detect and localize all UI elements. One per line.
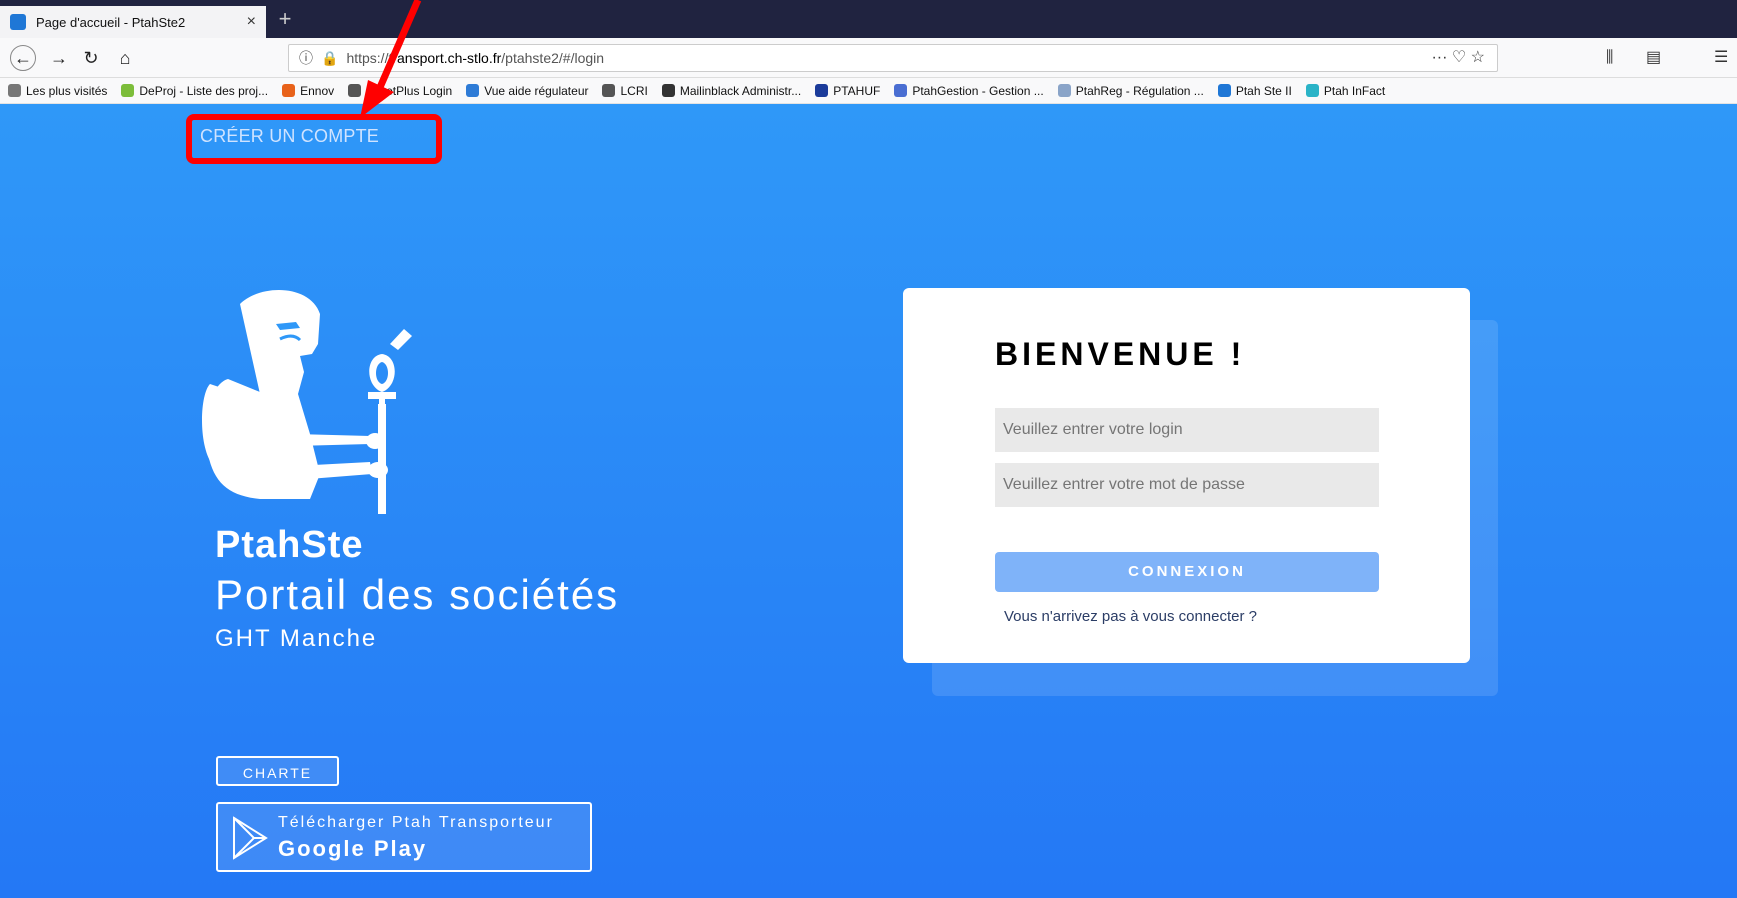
navigation-bar: ← → ↻ ⌂ ⓘ 🔒 https://t ransport.ch-stlo.fr… bbox=[0, 38, 1737, 78]
tab-title: Page d'accueil - PtahSte2 bbox=[36, 14, 186, 30]
bookmark-item[interactable]: AssetPlus Login bbox=[348, 84, 452, 98]
google-play-button[interactable]: Télécharger Ptah Transporteur Google Pla… bbox=[216, 802, 592, 872]
site-favicon-icon bbox=[10, 14, 26, 30]
sidebar-icon[interactable]: ▤ bbox=[1646, 45, 1661, 71]
password-input[interactable] bbox=[995, 463, 1379, 507]
bookmark-label: Ennov bbox=[300, 83, 335, 98]
page-actions-icon[interactable]: ··· ♡ ☆ bbox=[1431, 45, 1485, 71]
bookmark-label: Ptah InFact bbox=[1323, 83, 1386, 98]
bookmark-label: Ptah Ste II bbox=[1235, 83, 1292, 98]
annotation-highlight-box bbox=[186, 114, 442, 164]
bookmark-icon bbox=[894, 84, 908, 97]
bookmark-label: DeProj - Liste des proj... bbox=[139, 83, 269, 98]
google-play-label: Google Play bbox=[278, 836, 428, 861]
bookmark-icon bbox=[661, 84, 675, 97]
bookmark-item[interactable]: Ptah Ste II bbox=[1217, 83, 1292, 98]
bookmark-item[interactable]: Ennov bbox=[282, 84, 334, 98]
back-button[interactable]: ← bbox=[10, 45, 36, 71]
bookmark-item[interactable]: Ptah InFact bbox=[1305, 83, 1386, 98]
bookmark-label: PtahGestion - Gestion ... bbox=[912, 83, 1044, 98]
info-icon[interactable]: ⓘ bbox=[299, 48, 313, 68]
bookmark-label: Vue aide régulateur bbox=[484, 83, 589, 98]
address-bar[interactable]: ⓘ 🔒 https://t ransport.ch-stlo.fr/ptahste… bbox=[288, 44, 1498, 72]
bookmark-icon bbox=[8, 84, 21, 97]
brand-name: PtahSte bbox=[215, 524, 364, 566]
welcome-title: BIENVENUE ! bbox=[995, 336, 1246, 372]
bookmark-icon bbox=[1217, 84, 1231, 97]
bookmark-icon bbox=[348, 84, 362, 97]
bookmark-item[interactable]: Mailinblack Administr... bbox=[661, 83, 802, 98]
bookmark-label: PTAHUF bbox=[833, 83, 881, 98]
forgot-login-link[interactable]: Vous n'arrivez pas à vous connecter ? bbox=[1004, 608, 1257, 625]
bookmark-label: LCRI bbox=[620, 83, 648, 98]
bookmark-item[interactable]: PTAHUF bbox=[815, 84, 880, 98]
menu-icon[interactable]: ☰ bbox=[1714, 45, 1728, 71]
home-button[interactable]: ⌂ bbox=[112, 45, 138, 71]
bookmark-item[interactable]: Vue aide régulateur bbox=[466, 84, 588, 98]
login-input[interactable] bbox=[995, 408, 1379, 452]
bookmark-icon bbox=[1305, 84, 1319, 97]
bookmark-item[interactable]: DeProj - Liste des proj... bbox=[121, 84, 268, 98]
bookmark-label: AssetPlus Login bbox=[366, 83, 453, 98]
url-domain: ransport.ch-stlo.fr bbox=[392, 50, 502, 66]
bookmarks-bar: Les plus visités DeProj - Liste des proj.… bbox=[0, 78, 1737, 104]
tab-bar: Page d'accueil - PtahSte2 × + bbox=[0, 0, 1737, 38]
login-card: BIENVENUE ! CONNEXION Vous n'arrivez pas… bbox=[903, 288, 1470, 663]
bookmark-icon bbox=[282, 84, 296, 97]
lock-icon: 🔒 bbox=[321, 49, 339, 66]
bookmark-icon bbox=[466, 84, 480, 97]
bookmark-item[interactable]: PtahGestion - Gestion ... bbox=[894, 83, 1044, 98]
forward-button[interactable]: → bbox=[46, 45, 72, 71]
google-play-caption: Télécharger Ptah Transporteur bbox=[278, 814, 554, 831]
login-page: CRÉER UN COMPTE PtahSte Portail des soci… bbox=[0, 104, 1737, 898]
connexion-button[interactable]: CONNEXION bbox=[995, 552, 1379, 592]
bookmark-label: PtahReg - Régulation ... bbox=[1075, 83, 1204, 98]
bookmark-label: Mailinblack Administr... bbox=[679, 83, 802, 98]
bookmark-item[interactable]: Les plus visités bbox=[8, 84, 107, 98]
charte-button[interactable]: CHARTE bbox=[216, 756, 339, 786]
brand-subtitle: Portail des sociétés bbox=[215, 571, 620, 618]
bookmark-icon bbox=[121, 84, 135, 97]
bookmark-icon bbox=[815, 84, 829, 97]
library-icon[interactable]: ⫼ bbox=[1606, 45, 1613, 71]
bookmark-item[interactable]: LCRI bbox=[602, 83, 648, 98]
bookmark-item[interactable]: PtahReg - Régulation ... bbox=[1057, 83, 1204, 98]
reload-button[interactable]: ↻ bbox=[78, 45, 104, 71]
brand-block: PtahSte Portail des sociétés GHT Manche bbox=[215, 524, 619, 653]
bookmark-icon bbox=[602, 84, 616, 97]
close-tab-icon[interactable]: × bbox=[247, 13, 256, 31]
url-prefix: https://t bbox=[346, 50, 393, 66]
bookmark-icon bbox=[1057, 84, 1071, 97]
url-path: /ptahste2/#/login bbox=[501, 50, 605, 66]
brand-region: GHT Manche bbox=[215, 625, 378, 652]
bookmark-label: Les plus visités bbox=[26, 83, 108, 98]
new-tab-button[interactable]: + bbox=[272, 6, 298, 32]
ptah-logo bbox=[200, 284, 460, 519]
google-play-icon bbox=[233, 816, 268, 860]
browser-tab[interactable]: Page d'accueil - PtahSte2 × bbox=[0, 6, 266, 38]
